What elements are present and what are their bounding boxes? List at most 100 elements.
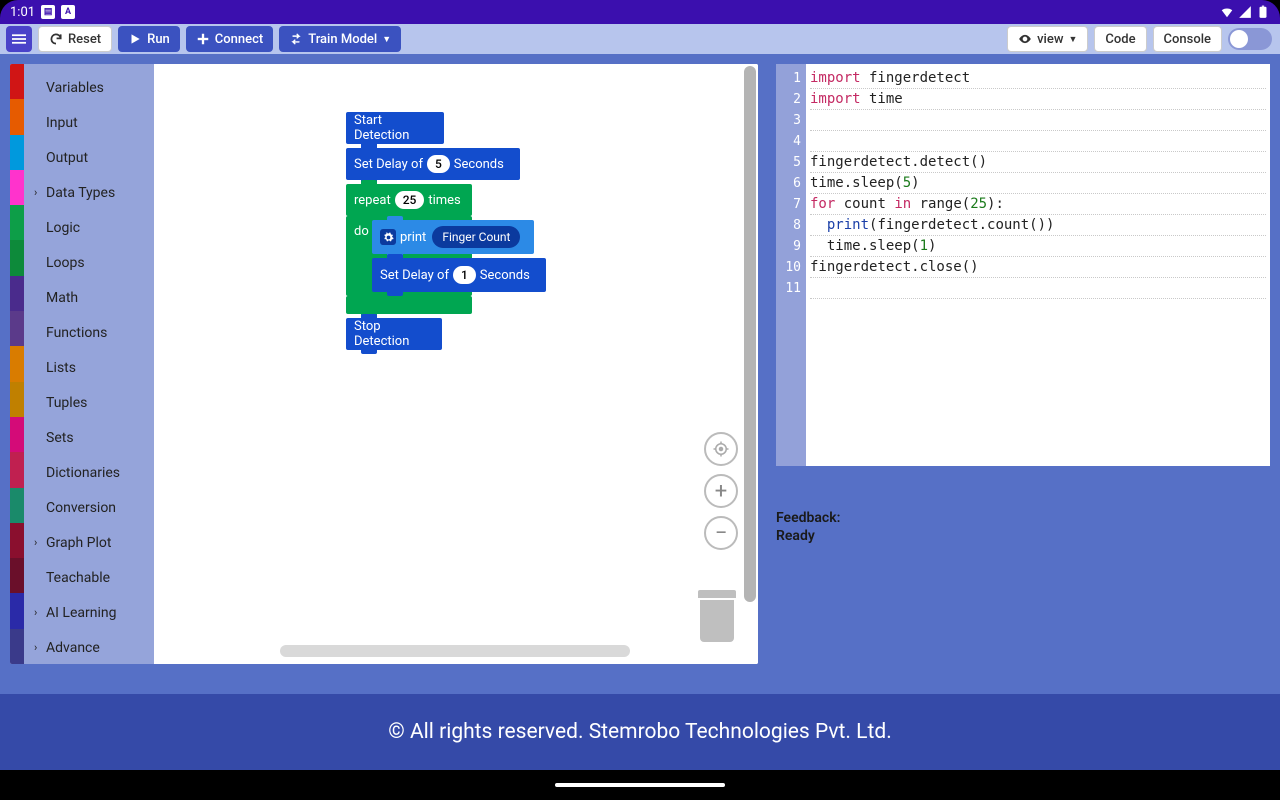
- category-tuples[interactable]: Tuples: [24, 385, 154, 420]
- category-label: Dictionaries: [46, 465, 120, 481]
- block-repeat-footer[interactable]: [346, 296, 472, 314]
- repeat-suf: times: [428, 193, 460, 208]
- code-line-4: [810, 131, 1266, 152]
- block-start-detection[interactable]: Start Detection: [346, 112, 444, 144]
- delay1-value[interactable]: 5: [427, 155, 450, 173]
- category-label: Advance: [46, 640, 100, 656]
- block-repeat-body[interactable]: do print Finger Count Set Delay of 1 Sec…: [346, 216, 472, 296]
- status-bar: 1:01 ▤ A: [0, 0, 1280, 24]
- train-label: Train Model: [308, 32, 377, 47]
- block-print[interactable]: print Finger Count: [372, 220, 534, 254]
- block-stack[interactable]: Start Detection Set Delay of 5 Seconds r…: [346, 112, 520, 350]
- finger-count-pill[interactable]: Finger Count: [432, 226, 520, 248]
- category-lists[interactable]: Lists: [24, 350, 154, 385]
- block-stop-detection[interactable]: Stop Detection: [346, 318, 442, 350]
- category-label: Output: [46, 150, 88, 166]
- delay2-suf: Seconds: [480, 268, 530, 283]
- plus-icon: [196, 32, 210, 46]
- category-label: Loops: [46, 255, 85, 271]
- repeat-value[interactable]: 25: [395, 191, 425, 209]
- category-label: AI Learning: [46, 605, 116, 621]
- block-start-label: Start Detection: [354, 113, 436, 143]
- category-list: Variables Input Output ›Data Types Logic Loop…: [24, 64, 154, 664]
- category-graph-plot[interactable]: › Graph Plot: [24, 525, 154, 560]
- category-label: Graph Plot: [46, 535, 111, 551]
- feedback-status: Ready: [776, 528, 1270, 544]
- category-color-strip: [10, 64, 24, 664]
- chevron-icon: ›: [34, 606, 42, 619]
- block-repeat-header[interactable]: repeat 25 times: [346, 184, 472, 216]
- code-line-3: [810, 110, 1266, 131]
- category-ai-learning[interactable]: › AI Learning: [24, 595, 154, 630]
- status-notif2-icon: A: [61, 5, 75, 19]
- category-functions[interactable]: Functions: [24, 315, 154, 350]
- code-button[interactable]: Code: [1094, 26, 1146, 52]
- caret-down-icon: ▼: [382, 34, 391, 45]
- code-line-10: fingerdetect.close(): [810, 257, 1266, 278]
- reset-label: Reset: [68, 32, 101, 47]
- line-gutter: 1234567891011: [776, 64, 806, 466]
- view-dropdown[interactable]: view ▼: [1007, 26, 1088, 52]
- block-set-delay-1[interactable]: Set Delay of 1 Seconds: [372, 258, 546, 292]
- chevron-icon: ›: [34, 536, 42, 549]
- horizontal-scrollbar[interactable]: [280, 645, 630, 657]
- category-teachable[interactable]: Teachable: [24, 560, 154, 595]
- category-data-types[interactable]: ›Data Types: [24, 175, 154, 210]
- chevron-icon: ›: [34, 641, 42, 654]
- toggle-knob: [1230, 30, 1248, 48]
- zoom-out-button[interactable]: −: [704, 516, 738, 550]
- menu-button[interactable]: [6, 26, 32, 52]
- home-indicator[interactable]: [555, 783, 725, 787]
- category-math[interactable]: Math: [24, 280, 154, 315]
- block-stop-label: Stop Detection: [354, 319, 434, 349]
- category-label: Logic: [46, 220, 80, 236]
- feedback-panel: Feedback: Ready: [776, 466, 1270, 546]
- gear-icon[interactable]: [380, 229, 396, 245]
- target-icon: [712, 440, 730, 458]
- trash-button[interactable]: [698, 594, 736, 646]
- category-logic[interactable]: Logic: [24, 210, 154, 245]
- category-conversion[interactable]: Conversion: [24, 490, 154, 525]
- code-view[interactable]: import fingerdetectimport timefingerdete…: [806, 64, 1270, 466]
- category-advance[interactable]: › Advance: [24, 630, 154, 664]
- category-dictionaries[interactable]: Dictionaries: [24, 455, 154, 490]
- delay2-pre: Set Delay of: [380, 268, 449, 283]
- reset-button[interactable]: Reset: [38, 26, 112, 52]
- footer-text: © All rights reserved. Stemrobo Technolo…: [388, 720, 891, 744]
- feedback-label: Feedback:: [776, 510, 1270, 526]
- eye-icon: [1018, 32, 1032, 46]
- vertical-scrollbar[interactable]: [744, 66, 756, 602]
- category-label: Math: [46, 290, 78, 306]
- code-line-8: print(fingerdetect.count()): [810, 215, 1266, 236]
- category-variables[interactable]: Variables: [24, 70, 154, 105]
- chevron-icon: ›: [34, 186, 42, 199]
- console-button[interactable]: Console: [1153, 26, 1222, 52]
- zoom-in-button[interactable]: +: [704, 474, 738, 508]
- category-label: Teachable: [46, 570, 110, 586]
- toggle-switch[interactable]: [1228, 28, 1272, 50]
- run-button[interactable]: Run: [118, 26, 180, 52]
- view-label: view: [1037, 32, 1063, 47]
- toolbar: Reset Run Connect Train Model ▼ view ▼ C…: [0, 24, 1280, 54]
- block-canvas[interactable]: Start Detection Set Delay of 5 Seconds r…: [154, 64, 758, 664]
- status-notif1-icon: ▤: [41, 5, 55, 19]
- play-icon: [128, 32, 142, 46]
- delay2-value[interactable]: 1: [453, 266, 476, 284]
- code-line-6: time.sleep(5): [810, 173, 1266, 194]
- category-sets[interactable]: Sets: [24, 420, 154, 455]
- run-label: Run: [147, 32, 170, 47]
- category-label: Lists: [46, 360, 76, 376]
- main-area: Variables Input Output ›Data Types Logic Loop…: [0, 54, 1280, 694]
- category-input[interactable]: Input: [24, 105, 154, 140]
- category-output[interactable]: Output: [24, 140, 154, 175]
- hamburger-icon: [12, 32, 26, 46]
- retweet-icon: [289, 32, 303, 46]
- connect-button[interactable]: Connect: [186, 26, 273, 52]
- train-model-button[interactable]: Train Model ▼: [279, 26, 401, 52]
- category-loops[interactable]: Loops: [24, 245, 154, 280]
- center-button[interactable]: [704, 432, 738, 466]
- category-label: Sets: [46, 430, 74, 446]
- refresh-icon: [49, 32, 63, 46]
- category-label: Variables: [46, 80, 104, 96]
- block-set-delay-5[interactable]: Set Delay of 5 Seconds: [346, 148, 520, 180]
